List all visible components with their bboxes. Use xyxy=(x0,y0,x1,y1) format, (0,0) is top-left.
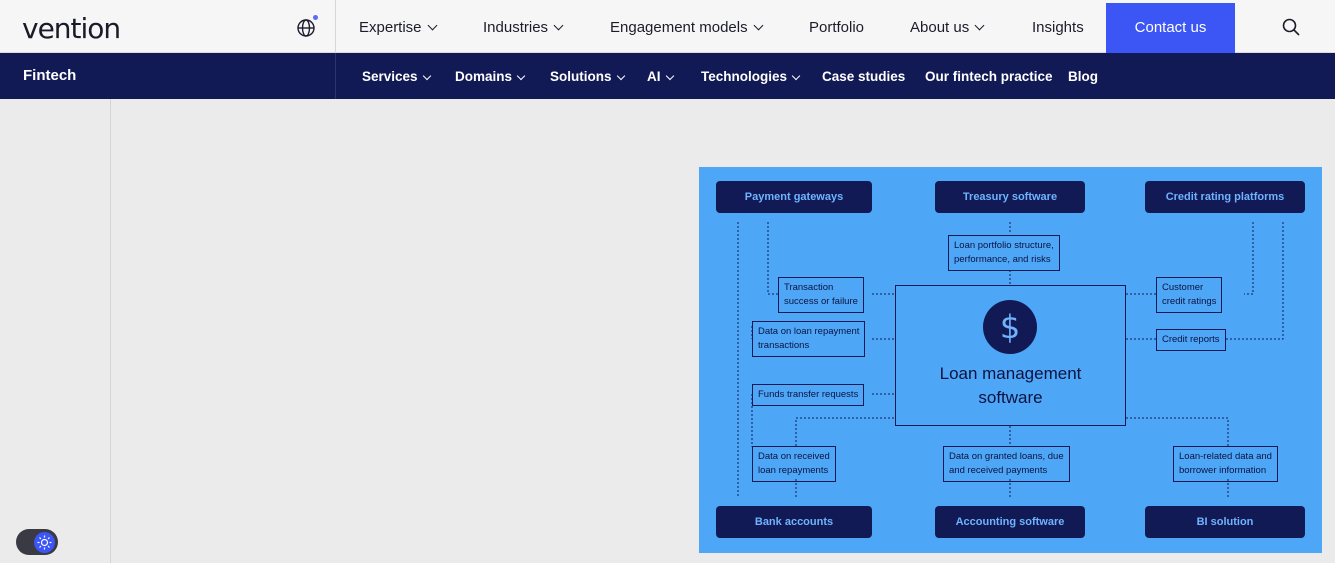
node-accounting-software: Accounting software xyxy=(935,506,1085,538)
chevron-down-icon xyxy=(516,71,526,81)
nav-insights[interactable]: Insights xyxy=(1032,0,1084,53)
node-credit-rating-platforms: Credit rating platforms xyxy=(1145,181,1305,213)
connector-line xyxy=(1126,417,1229,446)
node-bi-solution: BI solution xyxy=(1145,506,1305,538)
connector-line xyxy=(767,222,778,295)
node-payment-gateways: Payment gateways xyxy=(716,181,872,213)
label-granted-loans: Data on granted loans, due and received p… xyxy=(943,446,1070,482)
label-customer-credit-ratings: Customer credit ratings xyxy=(1156,277,1223,313)
label-loan-portfolio: Loan portfolio structure, performance, an… xyxy=(948,235,1060,271)
subnav-solutions[interactable]: Solutions xyxy=(550,53,625,100)
subnav-divider xyxy=(335,53,336,99)
nav-industries[interactable]: Industries xyxy=(483,0,564,53)
subnav-case-studies[interactable]: Case studies xyxy=(822,53,905,100)
node-bank-accounts: Bank accounts xyxy=(716,506,872,538)
search-icon[interactable] xyxy=(1282,18,1300,36)
chevron-down-icon xyxy=(422,71,431,81)
connector-line xyxy=(1244,222,1254,295)
label-loan-repayment-transactions: Data on loan repayment transactions xyxy=(752,321,866,357)
nav-portfolio[interactable]: Portfolio xyxy=(809,0,864,53)
chevron-down-icon xyxy=(753,20,764,31)
section-title[interactable]: Fintech xyxy=(23,53,76,99)
loan-management-diagram: Payment gateways Treasury software Credi… xyxy=(699,167,1322,553)
subnav-services[interactable]: Services xyxy=(362,53,431,100)
subnav-fintech-practice[interactable]: Our fintech practice xyxy=(925,53,1053,100)
label-received-repayments: Data on received loan repayments xyxy=(752,446,836,482)
chevron-down-icon xyxy=(791,71,801,81)
fintech-subnav: Fintech Services Domains Solutions AI Te… xyxy=(0,53,1335,99)
content-left-border xyxy=(110,99,111,563)
nav-engagement-models[interactable]: Engagement models xyxy=(610,0,764,53)
dollar-icon: $ xyxy=(983,300,1037,354)
top-header: vention Expertise Industries Engagement … xyxy=(0,0,1335,53)
globe-icon[interactable] xyxy=(295,17,317,39)
connector-line xyxy=(795,417,895,446)
center-title: Loan management software xyxy=(939,364,1082,407)
sun-icon xyxy=(37,535,52,550)
contact-us-button[interactable]: Contact us xyxy=(1106,3,1235,53)
vention-logo[interactable]: vention xyxy=(22,12,121,45)
label-funds-transfer: Funds transfer requests xyxy=(752,384,865,406)
chevron-down-icon xyxy=(616,71,625,81)
subnav-blog[interactable]: Blog xyxy=(1068,53,1098,100)
label-transaction: Transaction success or failure xyxy=(778,277,864,313)
language-indicator-dot xyxy=(313,15,318,20)
label-loan-related-data: Loan-related data and borrower informatio… xyxy=(1173,446,1278,482)
chevron-down-icon xyxy=(974,20,985,31)
label-credit-reports: Credit reports xyxy=(1156,329,1226,351)
node-treasury-software: Treasury software xyxy=(935,181,1085,213)
chevron-down-icon xyxy=(665,71,674,81)
nav-about-us[interactable]: About us xyxy=(910,0,985,53)
nav-expertise[interactable]: Expertise xyxy=(359,0,437,53)
subnav-domains[interactable]: Domains xyxy=(455,53,526,100)
theme-toggle-knob[interactable] xyxy=(34,532,55,553)
chevron-down-icon xyxy=(427,20,437,31)
subnav-ai[interactable]: AI xyxy=(647,53,674,100)
subnav-technologies[interactable]: Technologies xyxy=(701,53,801,100)
chevron-down-icon xyxy=(553,20,564,31)
